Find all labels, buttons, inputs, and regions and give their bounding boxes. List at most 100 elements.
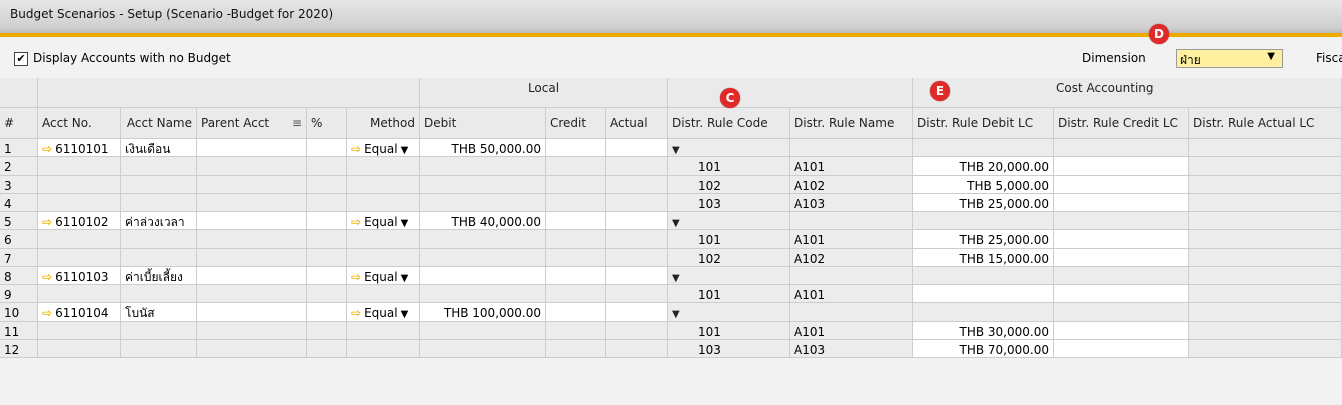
debit[interactable]: THB 40,000.00 [420,212,546,230]
actual[interactable] [606,267,668,285]
distr-rule-debit-lc[interactable]: THB 30,000.00 [913,322,1054,340]
parent-acct[interactable] [197,267,307,285]
distr-rule-debit-lc[interactable] [913,285,1054,303]
distr-rule-code[interactable]: 101 [668,285,790,303]
distr-rule-name: A102 [790,176,913,194]
parent-acct[interactable] [197,212,307,230]
acct-no-cell[interactable]: ⇨ 6110103 [38,267,121,285]
distr-rule-code-cell[interactable]: ▼ [668,139,790,157]
chevron-down-icon[interactable]: ▼ [401,145,409,156]
actual[interactable] [606,303,668,322]
distr-rule-debit-lc[interactable]: THB 15,000.00 [913,249,1054,267]
distr-rule-code-cell[interactable]: ▼ [668,267,790,285]
debit[interactable] [420,267,546,285]
method-cell[interactable]: ⇨ Equal ▼ [347,212,420,230]
link-arrow-icon[interactable]: ⇨ [351,142,361,156]
distr-rule-credit-lc[interactable] [1054,230,1189,249]
distr-rule-debit-lc[interactable]: THB 25,000.00 [913,194,1054,212]
col-debit[interactable]: Debit [420,108,546,139]
col-distr-rule-credit[interactable]: Distr. Rule Credit LC [1054,108,1189,139]
actual[interactable] [606,139,668,157]
percent[interactable] [307,139,347,157]
distr-rule-credit-lc[interactable] [1054,176,1189,194]
display-accounts-checkbox[interactable]: ✔ [14,52,28,66]
percent[interactable] [307,303,347,322]
distr-rule-debit-lc[interactable]: THB 25,000.00 [913,230,1054,249]
link-arrow-icon[interactable]: ⇨ [42,270,52,284]
section-cell [1189,78,1342,108]
expand-triangle-icon[interactable]: ▼ [672,218,680,229]
link-arrow-icon[interactable]: ⇨ [42,306,52,320]
distr-rule-debit-lc[interactable]: THB 5,000.00 [913,176,1054,194]
distr-rule-debit-lc[interactable]: THB 20,000.00 [913,157,1054,176]
method-cell[interactable]: ⇨ Equal ▼ [347,303,420,322]
parent-acct[interactable] [197,139,307,157]
col-actual[interactable]: Actual [606,108,668,139]
method-cell [347,157,420,176]
distr-rule-code[interactable]: 102 [668,249,790,267]
col-acct-no[interactable]: Acct No. [38,108,121,139]
col-distr-rule-actual[interactable]: Distr. Rule Actual LC [1189,108,1342,139]
parent-acct [197,157,307,176]
method-cell [347,322,420,340]
col-distr-rule-debit[interactable]: Distr. Rule Debit LC [913,108,1054,139]
distr-rule-code[interactable]: 101 [668,230,790,249]
distr-rule-code-cell[interactable]: ▼ [668,303,790,322]
col-acct-name[interactable]: Acct Name [121,108,197,139]
distr-rule-credit-lc [1054,303,1189,322]
method-cell[interactable]: ⇨ Equal ▼ [347,267,420,285]
callout-badge-d: D [1149,24,1169,44]
distr-rule-credit-lc[interactable] [1054,322,1189,340]
expand-triangle-icon[interactable]: ▼ [672,145,680,156]
method-cell[interactable]: ⇨ Equal ▼ [347,139,420,157]
filter-lines-icon[interactable]: ≡ [292,108,302,138]
chevron-down-icon[interactable]: ▼ [401,273,409,284]
distr-rule-code[interactable]: 101 [668,322,790,340]
debit[interactable]: THB 50,000.00 [420,139,546,157]
link-arrow-icon[interactable]: ⇨ [42,142,52,156]
percent[interactable] [307,267,347,285]
percent[interactable] [307,212,347,230]
credit [546,176,606,194]
debit[interactable]: THB 100,000.00 [420,303,546,322]
distr-rule-code[interactable]: 103 [668,194,790,212]
distr-rule-code[interactable]: 103 [668,340,790,358]
expand-triangle-icon[interactable]: ▼ [672,273,680,284]
col-credit[interactable]: Credit [546,108,606,139]
credit[interactable] [546,139,606,157]
credit[interactable] [546,303,606,322]
distr-rule-credit-lc[interactable] [1054,157,1189,176]
distr-rule-credit-lc [1054,139,1189,157]
actual[interactable] [606,212,668,230]
chevron-down-icon[interactable]: ▼ [401,218,409,229]
col-distr-rule-name[interactable]: Distr. Rule Name [790,108,913,139]
expand-triangle-icon[interactable]: ▼ [672,309,680,320]
link-arrow-icon[interactable]: ⇨ [42,215,52,229]
col-parent-acct[interactable]: Parent Acct ≡ [197,108,307,139]
link-arrow-icon[interactable]: ⇨ [351,270,361,284]
acct-no-cell[interactable]: ⇨ 6110101 [38,139,121,157]
dimension-select[interactable]: ฝ่าย ▼ [1176,49,1283,68]
distr-rule-debit-lc[interactable]: THB 70,000.00 [913,340,1054,358]
distr-rule-credit-lc[interactable] [1054,285,1189,303]
col-num[interactable]: # [0,108,38,139]
parent-acct[interactable] [197,303,307,322]
distr-rule-code[interactable]: 101 [668,157,790,176]
acct-no-cell[interactable]: ⇨ 6110104 [38,303,121,322]
col-distr-rule-code[interactable]: Distr. Rule Code [668,108,790,139]
callout-badge-e: E [930,81,950,101]
acct-no-cell[interactable]: ⇨ 6110102 [38,212,121,230]
distr-rule-credit-lc[interactable] [1054,249,1189,267]
link-arrow-icon[interactable]: ⇨ [351,306,361,320]
distr-rule-code-cell[interactable]: ▼ [668,212,790,230]
link-arrow-icon[interactable]: ⇨ [351,215,361,229]
distr-rule-credit-lc[interactable] [1054,340,1189,358]
credit[interactable] [546,267,606,285]
col-percent[interactable]: % [307,108,347,139]
chevron-down-icon[interactable]: ▼ [401,309,409,320]
row-number: 8 [0,267,38,285]
distr-rule-code[interactable]: 102 [668,176,790,194]
distr-rule-credit-lc[interactable] [1054,194,1189,212]
credit[interactable] [546,212,606,230]
col-method[interactable]: Method [347,108,420,139]
